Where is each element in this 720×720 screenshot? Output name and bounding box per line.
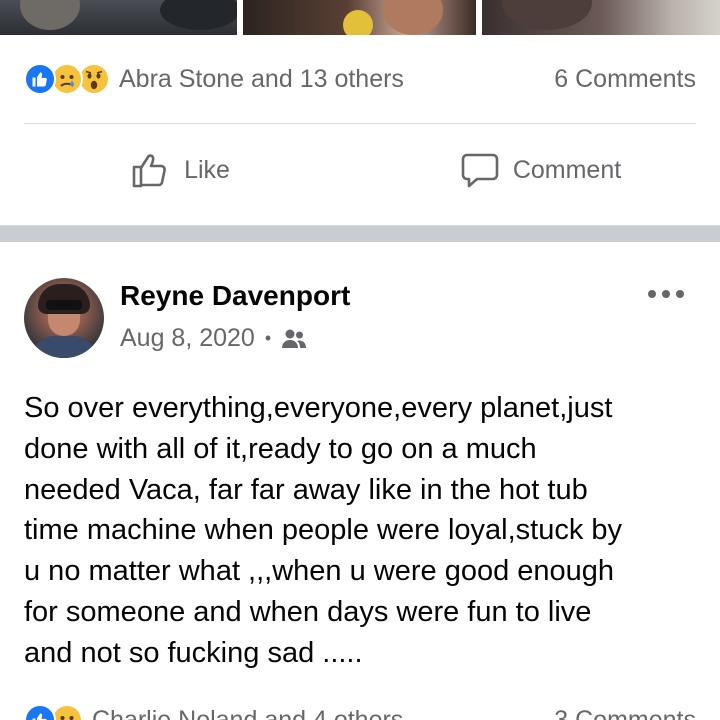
reactions-label[interactable]: Abra Stone and 13 others: [119, 65, 404, 94]
friends-icon: [282, 329, 307, 348]
post-actions: Like Comment: [0, 140, 720, 200]
avatar[interactable]: [24, 278, 104, 358]
like-button[interactable]: Like: [0, 140, 360, 200]
reaction-icons: [24, 63, 110, 95]
photo-thumbnail[interactable]: [243, 0, 476, 35]
feed-separator: [0, 225, 720, 242]
comments-count[interactable]: 3 Comments: [554, 706, 696, 720]
reactions-summary[interactable]: Charlie Noland and 4 others 3 Comments: [24, 700, 696, 720]
like-icon: [24, 704, 56, 720]
post-text: So over everything,everyone,every planet…: [24, 392, 623, 669]
comments-count[interactable]: 6 Comments: [554, 65, 696, 94]
photo-thumbnail[interactable]: [482, 0, 720, 35]
meta-separator: •: [264, 328, 272, 348]
post-date[interactable]: Aug 8, 2020: [120, 324, 255, 353]
comment-button[interactable]: Comment: [360, 140, 720, 200]
divider: [24, 123, 696, 124]
like-icon: [24, 63, 56, 95]
photo-thumbnail[interactable]: [0, 0, 237, 35]
author-name[interactable]: Reyne Davenport: [120, 280, 350, 312]
post-meta: Aug 8, 2020 •: [120, 324, 307, 353]
thumbs-up-icon: [132, 154, 166, 188]
previous-post-photos: [0, 0, 720, 35]
like-label: Like: [184, 155, 230, 184]
reactions-label[interactable]: Charlie Noland and 4 others: [92, 706, 403, 720]
comment-label: Comment: [512, 155, 622, 184]
reaction-icons: [24, 704, 83, 720]
comment-icon: [461, 153, 499, 188]
reactions-summary[interactable]: Abra Stone and 13 others 6 Comments: [24, 56, 696, 102]
more-options-icon[interactable]: [648, 282, 684, 306]
